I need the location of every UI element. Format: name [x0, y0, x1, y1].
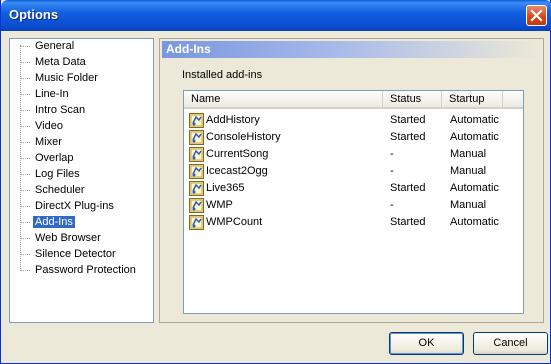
list-item[interactable]: Live365 Started Automatic — [184, 180, 523, 197]
tree-item-music-folder[interactable]: Music Folder — [20, 71, 100, 85]
add-ins-panel: Add-Ins Installed add-ins Name Status St… — [159, 38, 544, 323]
list-item[interactable]: CurrentSong - Manual — [184, 146, 523, 163]
ok-button[interactable]: OK — [389, 332, 464, 355]
tree-item-silence-detector[interactable]: Silence Detector — [20, 247, 118, 261]
item-startup: Manual — [450, 165, 487, 177]
item-startup: Automatic — [450, 131, 499, 143]
tree-item-video[interactable]: Video — [20, 119, 65, 133]
plugin-icon — [189, 147, 204, 162]
installed-add-ins-label: Installed add-ins — [182, 69, 263, 81]
close-button[interactable] — [526, 5, 547, 26]
item-status: Started — [390, 182, 426, 194]
item-startup: Manual — [450, 199, 487, 211]
tree-item-web-browser[interactable]: Web Browser — [20, 231, 103, 245]
item-status: - — [390, 165, 394, 177]
tree-item-overlap[interactable]: Overlap — [20, 151, 76, 165]
window-title: Options — [9, 7, 59, 22]
options-tree: General Meta Data Music Folder Line-In I… — [9, 38, 154, 323]
tree-item-meta-data[interactable]: Meta Data — [20, 55, 88, 69]
tree-item-line-in[interactable]: Line-In — [20, 87, 71, 101]
list-item[interactable]: WMP - Manual — [184, 197, 523, 214]
item-status: - — [390, 148, 394, 160]
plugin-icon — [189, 164, 204, 179]
item-startup: Automatic — [450, 216, 499, 228]
tree-item-intro-scan[interactable]: Intro Scan — [20, 103, 87, 117]
list-item[interactable]: AddHistory Started Automatic — [184, 112, 523, 129]
plugin-icon — [189, 113, 204, 128]
tree-item-mixer[interactable]: Mixer — [20, 135, 64, 149]
tree-item-general[interactable]: General — [20, 39, 76, 53]
plugin-icon — [189, 130, 204, 145]
item-name: WMP — [206, 199, 233, 211]
options-dialog: Options General Meta Data Music Folder L… — [0, 0, 551, 364]
list-item[interactable]: Icecast2Ogg - Manual — [184, 163, 523, 180]
tree-item-password-protection[interactable]: Password Protection — [20, 263, 138, 277]
item-startup: Automatic — [450, 114, 499, 126]
item-name: ConsoleHistory — [206, 131, 281, 143]
item-name: WMPCount — [206, 216, 263, 228]
item-status: - — [390, 199, 394, 211]
plugin-icon — [189, 215, 204, 230]
column-header-startup[interactable]: Startup — [442, 91, 503, 108]
plugin-icon — [189, 198, 204, 213]
close-icon — [530, 9, 543, 22]
item-name: Live365 — [206, 182, 245, 194]
list-item[interactable]: WMPCount Started Automatic — [184, 214, 523, 231]
item-name: AddHistory — [206, 114, 260, 126]
list-item[interactable]: ConsoleHistory Started Automatic — [184, 129, 523, 146]
item-name: Icecast2Ogg — [206, 165, 268, 177]
tree-item-log-files[interactable]: Log Files — [20, 167, 82, 181]
plugin-icon — [189, 181, 204, 196]
column-header-name[interactable]: Name — [184, 91, 383, 108]
item-name: CurrentSong — [206, 148, 269, 160]
cancel-button[interactable]: Cancel — [473, 332, 548, 355]
item-startup: Manual — [450, 148, 487, 160]
panel-title: Add-Ins — [162, 41, 541, 58]
list-header: Name Status Startup — [184, 91, 523, 109]
tree-item-add-ins[interactable]: Add-Ins — [20, 215, 75, 229]
tree-item-directx-plug-ins[interactable]: DirectX Plug-ins — [20, 199, 116, 213]
tree-item-scheduler[interactable]: Scheduler — [20, 183, 87, 197]
item-status: Started — [390, 216, 426, 228]
add-ins-list[interactable]: Name Status Startup AddHistory Started Aut… — [183, 90, 524, 314]
item-status: Started — [390, 131, 426, 143]
title-bar[interactable]: Options — [1, 0, 551, 31]
column-header-status[interactable]: Status — [383, 91, 442, 108]
item-startup: Automatic — [450, 182, 499, 194]
item-status: Started — [390, 114, 426, 126]
